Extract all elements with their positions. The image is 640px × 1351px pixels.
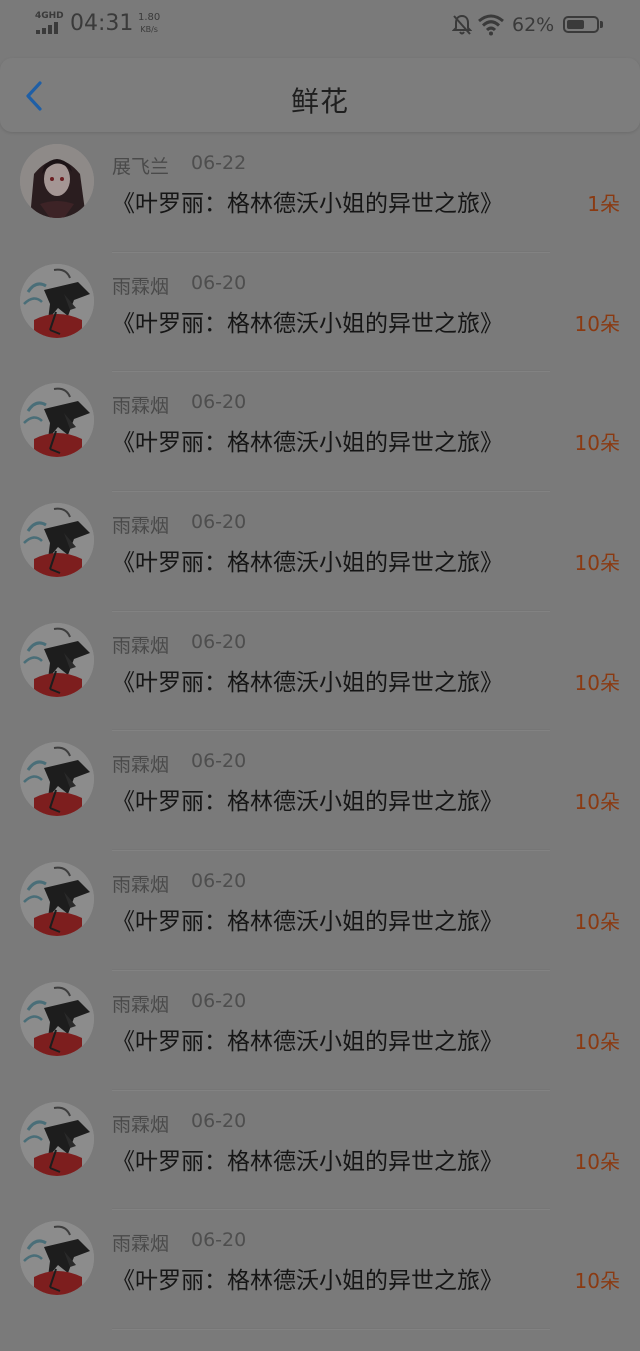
book-title[interactable]: 《叶罗丽：格林德沃小姐的异世之旅》	[112, 663, 503, 697]
avatar[interactable]	[20, 1101, 94, 1176]
flower-count: 10朵	[574, 431, 620, 456]
date: 06-20	[191, 1109, 247, 1132]
username[interactable]: 雨霖烟	[112, 870, 169, 897]
battery-icon	[563, 16, 599, 33]
girl-avatar-image	[20, 144, 94, 218]
list-item[interactable]: 雨霖烟 06-20 《叶罗丽：格林德沃小姐的异世之旅》 10朵	[0, 611, 640, 731]
book-title[interactable]: 《叶罗丽：格林德沃小姐的异世之旅》	[112, 1022, 503, 1056]
ink-painting-avatar-image	[20, 1221, 94, 1296]
book-title[interactable]: 《叶罗丽：格林德沃小姐的异世之旅》	[112, 304, 503, 338]
ink-painting-avatar-image	[20, 622, 94, 697]
list-item[interactable]: 雨霖烟 06-20 《叶罗丽：格林德沃小姐的异世之旅》 10朵	[0, 371, 640, 492]
username[interactable]: 雨霖烟	[112, 511, 169, 538]
ink-painting-avatar-image	[20, 263, 94, 338]
flower-count: 10朵	[574, 1269, 620, 1294]
page-title: 鲜花	[290, 85, 349, 118]
flower-count: 10朵	[574, 311, 620, 336]
battery-tip	[600, 21, 603, 28]
list-item[interactable]: 雨霖烟 06-20 《叶罗丽：格林德沃小姐的异世之旅》 10朵	[0, 1090, 640, 1210]
list-item[interactable]: 雨霖烟 06-20 《叶罗丽：格林德沃小姐的异世之旅》 10朵	[0, 252, 640, 372]
username[interactable]: 展飞兰	[112, 152, 169, 179]
username[interactable]: 雨霖烟	[112, 1229, 169, 1256]
list-item[interactable]: 雨霖烟 06-20 《叶罗丽：格林德沃小姐的异世之旅》 10朵	[0, 1209, 640, 1329]
status-bar: 4GHD 04:31 1.80 KB/s 62%	[0, 0, 640, 52]
avatar[interactable]	[20, 144, 94, 218]
avatar[interactable]	[20, 981, 94, 1056]
battery-level	[567, 20, 585, 29]
flower-count: 10朵	[574, 790, 620, 815]
book-title[interactable]: 《叶罗丽：格林德沃小姐的异世之旅》	[112, 902, 503, 936]
avatar[interactable]	[20, 622, 94, 697]
list-item-partial	[0, 1341, 640, 1351]
flower-count: 1朵	[587, 192, 620, 216]
flower-count: 10朵	[574, 910, 620, 935]
ink-painting-avatar-image	[20, 503, 94, 578]
flower-count: 10朵	[574, 1149, 620, 1174]
ink-painting-avatar-image	[20, 742, 94, 817]
book-title[interactable]: 《叶罗丽：格林德沃小姐的异世之旅》	[112, 1261, 503, 1295]
flower-count: 10朵	[574, 1029, 620, 1054]
list-item[interactable]: 雨霖烟 06-20 《叶罗丽：格林德沃小姐的异世之旅》 10朵	[0, 491, 640, 611]
network-speed: 1.80 KB/s	[138, 12, 160, 36]
date: 06-22	[191, 152, 247, 174]
list-item[interactable]: 雨霖烟 06-20 《叶罗丽：格林德沃小姐的异世之旅》 10朵	[0, 850, 640, 970]
speed-unit: KB/s	[140, 25, 158, 34]
date: 06-20	[191, 1229, 247, 1252]
wifi-icon	[478, 14, 504, 36]
navigation-bar: 鲜花	[0, 58, 640, 132]
avatar[interactable]	[20, 862, 94, 937]
speed-value: 1.80	[138, 12, 161, 23]
username[interactable]: 雨霖烟	[112, 990, 169, 1017]
divider	[112, 1327, 550, 1329]
battery-percentage: 62%	[512, 14, 555, 36]
list-item[interactable]: 雨霖烟 06-20 《叶罗丽：格林德沃小姐的异世之旅》 10朵	[0, 970, 640, 1090]
list-item[interactable]: 展飞兰 06-22 《叶罗丽：格林德沃小姐的异世之旅》 1朵	[0, 132, 640, 252]
avatar[interactable]	[20, 503, 94, 578]
bell-muted-icon	[452, 14, 472, 35]
date: 06-20	[191, 630, 247, 653]
ink-painting-avatar-image	[20, 862, 94, 937]
avatar[interactable]	[20, 742, 94, 817]
avatar[interactable]	[20, 1221, 94, 1296]
book-title[interactable]: 《叶罗丽：格林德沃小姐的异世之旅》	[112, 184, 503, 218]
username[interactable]: 雨霖烟	[112, 391, 169, 418]
book-title[interactable]: 《叶罗丽：格林德沃小姐的异世之旅》	[112, 782, 503, 816]
ink-painting-avatar-image	[20, 1101, 94, 1176]
username[interactable]: 雨霖烟	[112, 272, 169, 299]
flower-count: 10朵	[574, 670, 620, 695]
avatar[interactable]	[20, 263, 94, 338]
network-type: 4GHD	[35, 11, 64, 21]
flower-count: 10朵	[574, 551, 620, 576]
book-title[interactable]: 《叶罗丽：格林德沃小姐的异世之旅》	[112, 543, 503, 577]
flower-list[interactable]: 展飞兰 06-22 《叶罗丽：格林德沃小姐的异世之旅》 1朵 雨霖烟 06-20…	[0, 132, 640, 1329]
date: 06-20	[191, 511, 247, 534]
date: 06-20	[191, 271, 247, 294]
date: 06-20	[191, 750, 247, 773]
username[interactable]: 雨霖烟	[112, 750, 169, 777]
book-title[interactable]: 《叶罗丽：格林德沃小姐的异世之旅》	[112, 1142, 503, 1176]
clock: 04:31	[70, 11, 134, 36]
list-item[interactable]: 雨霖烟 06-20 《叶罗丽：格林德沃小姐的异世之旅》 10朵	[0, 730, 640, 851]
date: 06-20	[191, 870, 247, 893]
book-title[interactable]: 《叶罗丽：格林德沃小姐的异世之旅》	[112, 423, 503, 457]
username[interactable]: 雨霖烟	[112, 631, 169, 658]
ink-painting-avatar-image	[20, 981, 94, 1056]
ink-painting-avatar-image	[20, 383, 94, 458]
username[interactable]: 雨霖烟	[112, 1110, 169, 1137]
avatar[interactable]	[20, 383, 94, 458]
date: 06-20	[191, 989, 247, 1012]
signal-icon	[36, 22, 60, 34]
date: 06-20	[191, 391, 247, 414]
